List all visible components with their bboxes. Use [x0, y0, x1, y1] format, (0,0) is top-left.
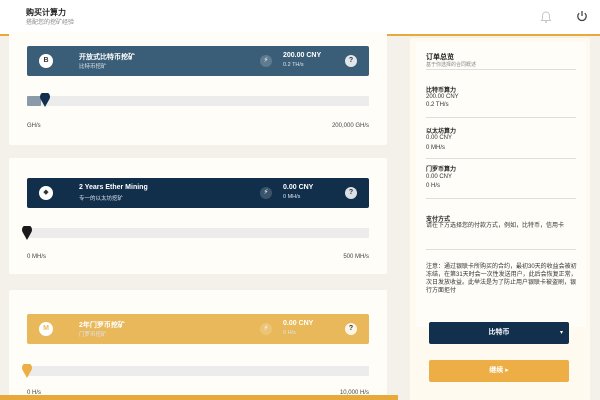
range-max: 500 MH/s — [343, 254, 369, 260]
plan-header-bitcoin[interactable]: B 开放式比特币挖矿 比特币挖矿 ⚡ 200.00 CNY 0.2 TH/s ? — [27, 46, 369, 76]
xmr-price: 0.00 CNY — [426, 174, 453, 180]
plan-header-monero[interactable]: M 2年门罗币挖矿 门罗币挖矿 ⚡ 0.00 CNY 0 H/s ? — [27, 314, 369, 344]
continue-button[interactable]: 继续 ▸ — [429, 360, 569, 382]
help-icon[interactable]: ? — [345, 323, 357, 335]
divider — [426, 249, 576, 250]
bolt-icon: ⚡ — [260, 187, 272, 199]
divider — [426, 117, 576, 118]
btc-label: 比特币算力 — [426, 88, 457, 94]
plan-list: B 开放式比特币挖矿 比特币挖矿 ⚡ 200.00 CNY 0.2 TH/s ?… — [0, 32, 398, 400]
btc-rate: 0.2 TH/s — [426, 102, 449, 108]
divider — [426, 69, 576, 70]
payment-text: 请在下方选择您的付款方式，例如，比特币，信用卡 — [426, 223, 565, 229]
eth-rate: 0 MH/s — [426, 145, 446, 151]
xmr-rate: 0 H/s — [426, 183, 441, 189]
plan-header-ether[interactable]: ◆ 2 Years Ether Mining 专一的以太坊挖矿 ⚡ 0.00 C… — [27, 178, 369, 208]
hashrate-slider-track[interactable] — [27, 366, 369, 376]
range-min: GH/s — [27, 123, 41, 129]
plan-name: 2年门罗币挖矿 — [79, 322, 125, 329]
bottom-accent-strip — [0, 395, 398, 400]
plan-rate: 0 H/s — [283, 330, 296, 336]
divider — [426, 158, 576, 159]
bitcoin-icon: B — [39, 54, 53, 68]
payment-note: 注意：通过银联卡所购买的合约，最初30天的收益会被初冻结，在第31天时会一次性发… — [426, 264, 577, 294]
order-summary-panel: 订单总览 基于你选择的合同概述 比特币算力 200.00 CNY 0.2 TH/… — [410, 38, 590, 400]
bell-icon[interactable] — [539, 10, 553, 24]
plan-price: 0.00 CNY — [283, 184, 314, 191]
plan-price: 200.00 CNY — [283, 52, 322, 59]
hashrate-slider-track[interactable] — [27, 96, 369, 106]
summary-subtitle: 基于你选择的合同概述 — [426, 62, 477, 68]
monero-icon: M — [39, 322, 53, 336]
plan-name: 开放式比特币挖矿 — [79, 54, 135, 61]
chevron-down-icon: ▾ — [559, 330, 563, 336]
bolt-icon: ⚡ — [260, 55, 272, 67]
range-min: 0 MH/s — [27, 254, 47, 260]
range-max: 200,000 GH/s — [331, 123, 369, 129]
page-subtitle: 搭配您的挖矿经验 — [26, 20, 75, 26]
help-icon[interactable]: ? — [345, 55, 357, 67]
slider-handle[interactable] — [40, 93, 50, 107]
xmr-label: 门罗币算力 — [426, 167, 457, 173]
plan-desc: 专一的以太坊挖矿 — [79, 196, 124, 202]
plan-desc: 比特币挖矿 — [79, 64, 107, 70]
ether-icon: ◆ — [39, 186, 53, 200]
plan-card-ether: ◆ 2 Years Ether Mining 专一的以太坊挖矿 ⚡ 0.00 C… — [9, 158, 387, 274]
plan-price: 0.00 CNY — [283, 320, 314, 327]
slider-handle[interactable] — [22, 364, 32, 378]
btc-price: 200.00 CNY — [426, 94, 459, 100]
plan-card-bitcoin: B 开放式比特币挖矿 比特币挖矿 ⚡ 200.00 CNY 0.2 TH/s ?… — [9, 32, 387, 145]
plan-rate: 0 MH/s — [283, 194, 301, 200]
hashrate-slider-track[interactable] — [27, 228, 369, 238]
plan-card-monero: M 2年门罗币挖矿 门罗币挖矿 ⚡ 0.00 CNY 0 H/s ? 0 H/s… — [9, 290, 387, 400]
slider-handle[interactable] — [22, 226, 32, 240]
eth-price: 0.00 CNY — [426, 135, 453, 141]
power-icon[interactable] — [575, 9, 589, 23]
bolt-icon: ⚡ — [260, 323, 272, 335]
divider — [426, 198, 576, 199]
order-summary: 订单总览 基于你选择的合同概述 比特币算力 200.00 CNY 0.2 TH/… — [416, 42, 586, 327]
payment-method-select[interactable]: 比特币 ▾ — [429, 322, 569, 344]
plan-rate: 0.2 TH/s — [283, 62, 304, 68]
help-icon[interactable]: ? — [345, 187, 357, 199]
slider-fill — [27, 96, 41, 106]
payment-method-value: 比特币 — [488, 329, 510, 336]
eth-label: 以太坊算力 — [426, 129, 457, 135]
top-bar: 购买计算力 搭配您的挖矿经验 — [0, 0, 600, 36]
plan-name: 2 Years Ether Mining — [79, 184, 148, 191]
plan-desc: 门罗币挖矿 — [79, 332, 107, 338]
